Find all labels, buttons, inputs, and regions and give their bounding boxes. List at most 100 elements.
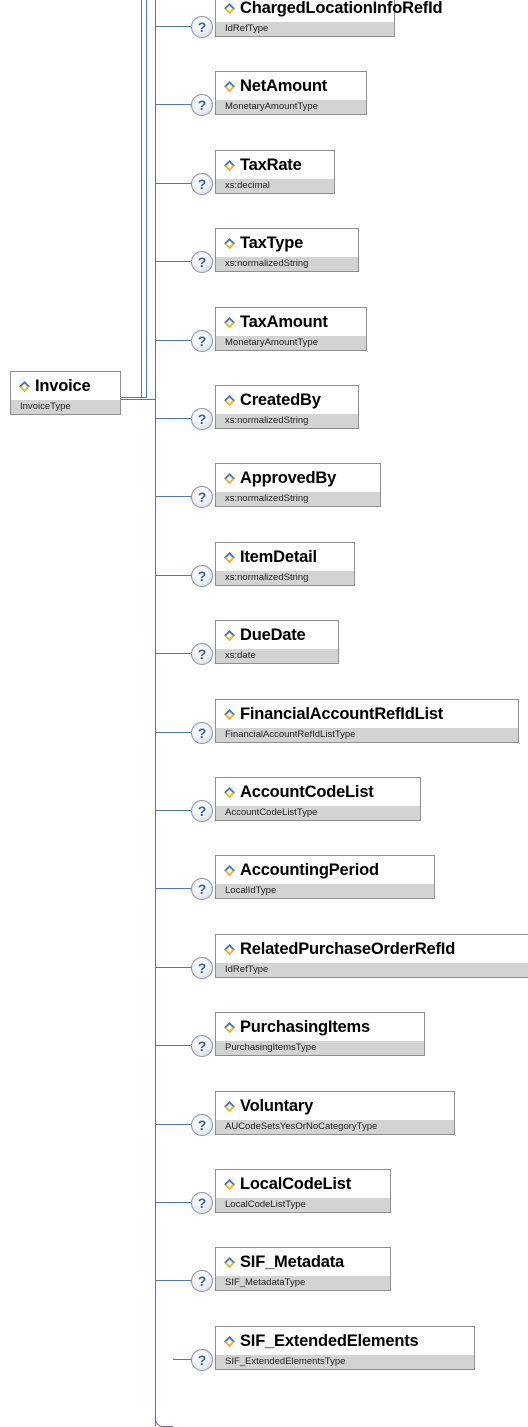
element-box[interactable]: ChargedLocationInfoRefId IdRefType <box>215 0 443 37</box>
element-box[interactable]: RelatedPurchaseOrderRefId IdRefType <box>215 934 528 978</box>
element-type: xs:normalizedString <box>216 414 358 428</box>
element-name: FinancialAccountRefIdList <box>240 704 444 723</box>
element-name: CreatedBy <box>240 390 321 409</box>
element-connector <box>155 261 193 262</box>
element-connector <box>155 1280 193 1281</box>
schema-diagram: Invoice InvoiceType ? ChargedLocationInfo… <box>0 0 528 1427</box>
help-icon[interactable]: ? <box>191 1270 213 1292</box>
element-type: xs:normalizedString <box>216 257 358 271</box>
element-connector <box>155 1124 193 1125</box>
element-icon <box>224 864 235 876</box>
help-icon[interactable]: ? <box>191 1114 213 1136</box>
element-connector <box>155 810 193 811</box>
help-icon[interactable]: ? <box>191 800 213 822</box>
help-icon[interactable]: ? <box>191 1192 213 1214</box>
element-type: SIF_MetadataType <box>216 1276 390 1290</box>
element-connector <box>155 26 193 27</box>
element-icon <box>224 2 235 14</box>
element-connector <box>155 1202 193 1203</box>
element-box[interactable]: AccountCodeList AccountCodeListType <box>215 777 421 821</box>
element-type: xs:normalizedString <box>216 492 380 506</box>
help-icon[interactable]: ? <box>191 1035 213 1057</box>
help-icon[interactable]: ? <box>191 1349 213 1371</box>
element-icon <box>224 1256 235 1268</box>
element-connector <box>155 418 193 419</box>
element-box[interactable]: FinancialAccountRefIdList FinancialAccoun… <box>215 699 519 743</box>
element-icon <box>224 1178 235 1190</box>
sequence-trunk <box>155 0 156 1426</box>
element-type: FinancialAccountRefIdListType <box>216 728 518 742</box>
root-element-box[interactable]: Invoice InvoiceType <box>10 371 121 415</box>
element-box[interactable]: Voluntary AUCodeSetsYesOrNoCategoryType <box>215 1091 455 1135</box>
element-icon <box>224 237 235 249</box>
help-icon[interactable]: ? <box>191 173 213 195</box>
element-icon <box>224 1335 235 1347</box>
element-name: RelatedPurchaseOrderRefId <box>240 939 456 958</box>
element-icon <box>224 629 235 641</box>
element-box[interactable]: SIF_ExtendedElements SIF_ExtendedElements… <box>215 1326 475 1370</box>
element-type: LocalIdType <box>216 884 434 898</box>
root-connector-upper-2 <box>146 0 147 397</box>
element-type: AccountCodeListType <box>216 806 420 820</box>
element-name: AccountingPeriod <box>240 860 379 879</box>
element-name: DueDate <box>240 625 306 644</box>
element-connector <box>155 888 193 889</box>
element-connector <box>155 1045 193 1046</box>
element-icon <box>224 1021 235 1033</box>
element-name: TaxType <box>240 233 304 252</box>
element-icon <box>224 80 235 92</box>
help-icon[interactable]: ? <box>191 94 213 116</box>
element-type: SIF_ExtendedElementsType <box>216 1355 474 1369</box>
element-box[interactable]: LocalCodeList LocalCodeListType <box>215 1169 391 1213</box>
help-icon[interactable]: ? <box>191 643 213 665</box>
root-connector-bottom <box>121 397 147 398</box>
help-icon[interactable]: ? <box>191 486 213 508</box>
help-icon[interactable]: ? <box>191 565 213 587</box>
element-type: IdRefType <box>216 22 394 36</box>
element-icon <box>224 316 235 328</box>
element-type: MonetaryAmountType <box>216 100 366 114</box>
element-connector <box>155 183 193 184</box>
element-box[interactable]: AccountingPeriod LocalIdType <box>215 855 435 899</box>
element-box[interactable]: ApprovedBy xs:normalizedString <box>215 463 381 507</box>
element-name: ApprovedBy <box>240 468 337 487</box>
element-box[interactable]: TaxRate xs:decimal <box>215 150 335 194</box>
element-box[interactable]: SIF_Metadata SIF_MetadataType <box>215 1247 391 1291</box>
element-box[interactable]: DueDate xs:date <box>215 620 339 664</box>
element-icon <box>224 472 235 484</box>
root-connector-upper-1 <box>141 0 142 397</box>
element-type: xs:date <box>216 649 338 663</box>
help-icon[interactable]: ? <box>191 16 213 38</box>
element-icon <box>224 551 235 563</box>
element-connector <box>155 104 193 105</box>
element-box[interactable]: TaxAmount MonetaryAmountType <box>215 307 367 351</box>
help-icon[interactable]: ? <box>191 408 213 430</box>
help-icon[interactable]: ? <box>191 878 213 900</box>
element-box[interactable]: ItemDetail xs:normalizedString <box>215 542 355 586</box>
element-box[interactable]: PurchasingItems PurchasingItemsType <box>215 1012 425 1056</box>
element-name: ChargedLocationInfoRefId <box>240 0 443 17</box>
element-name: TaxRate <box>240 155 302 174</box>
element-box[interactable]: CreatedBy xs:normalizedString <box>215 385 359 429</box>
element-box[interactable]: NetAmount MonetaryAmountType <box>215 71 367 115</box>
help-icon[interactable]: ? <box>191 330 213 352</box>
element-icon <box>224 159 235 171</box>
element-name: PurchasingItems <box>240 1017 370 1036</box>
element-type: IdRefType <box>216 963 528 977</box>
root-element-type: InvoiceType <box>11 400 120 414</box>
help-icon[interactable]: ? <box>191 251 213 273</box>
element-connector <box>155 732 193 733</box>
element-icon <box>224 786 235 798</box>
element-name: NetAmount <box>240 76 328 95</box>
element-type: MonetaryAmountType <box>216 336 366 350</box>
element-box[interactable]: TaxType xs:normalizedString <box>215 228 359 272</box>
help-icon[interactable]: ? <box>191 722 213 744</box>
help-icon[interactable]: ? <box>191 957 213 979</box>
element-icon <box>224 943 235 955</box>
root-connector-right <box>121 399 155 400</box>
element-connector <box>155 653 193 654</box>
element-type: PurchasingItemsType <box>216 1041 424 1055</box>
element-name: LocalCodeList <box>240 1174 352 1193</box>
element-connector <box>155 967 193 968</box>
element-connector <box>155 340 193 341</box>
